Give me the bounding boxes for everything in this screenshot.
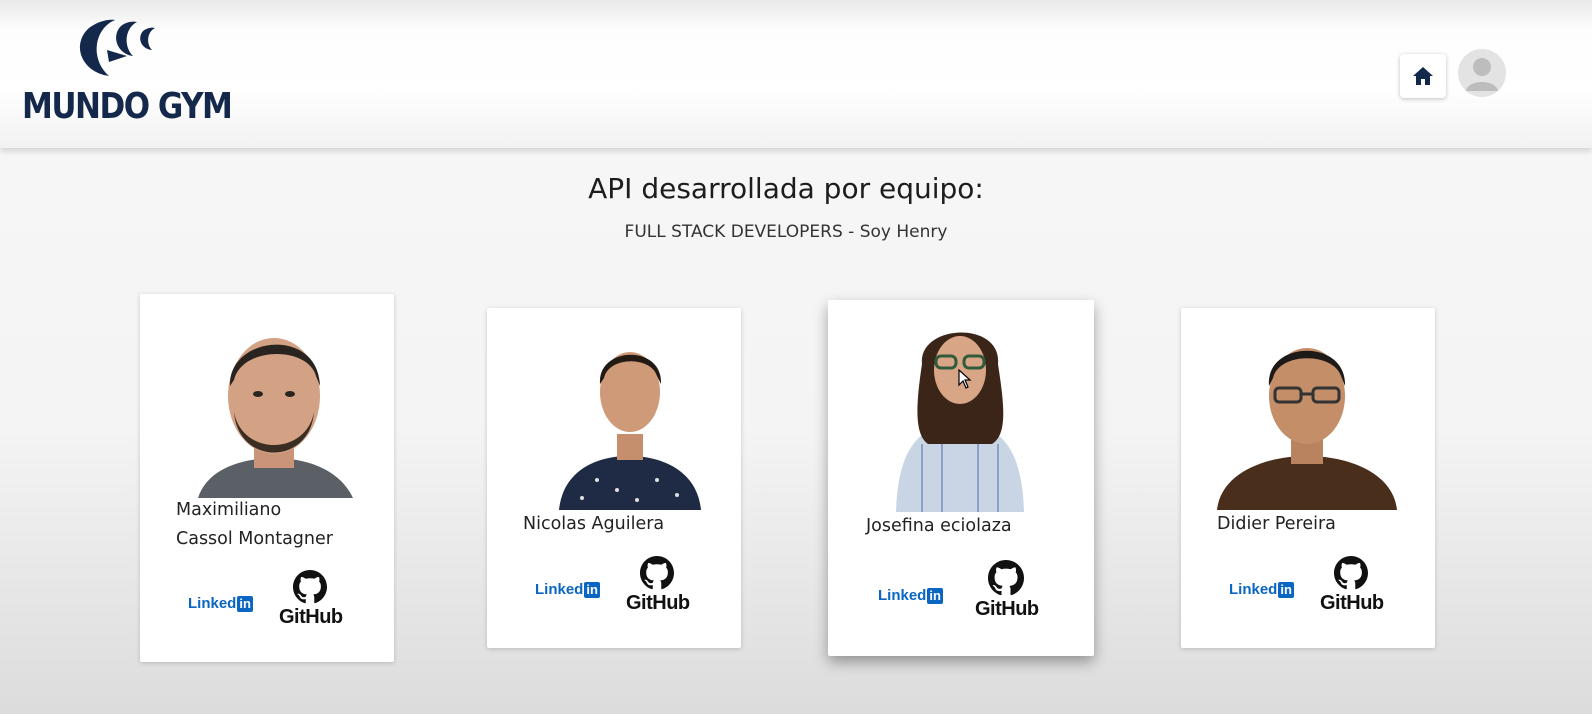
member-name: Nicolas Aguilera: [523, 510, 664, 539]
mundo-gym-logo[interactable]: MUNDO GYM: [22, 14, 233, 127]
page-title: API desarrollada por equipo:: [588, 172, 984, 205]
team-member-card: Maximiliano Cassol Montagner Linked in Gi…: [140, 294, 394, 662]
member-name: Maximiliano Cassol Montagner: [176, 496, 333, 554]
user-avatar-button[interactable]: [1458, 49, 1506, 97]
github-link[interactable]: GitHub: [975, 560, 1039, 621]
logo-text: MUNDO GYM: [22, 86, 233, 128]
member-name: Didier Pereira: [1217, 510, 1336, 539]
github-link[interactable]: GitHub: [1320, 556, 1384, 615]
home-icon: [1413, 67, 1433, 85]
mouse-pointer-icon: [958, 369, 972, 389]
member-name: Josefina eciolaza: [866, 512, 1012, 541]
top-nav-bar: MUNDO GYM: [0, 0, 1592, 148]
home-button[interactable]: [1400, 54, 1446, 98]
profile-photo: [1217, 332, 1397, 510]
linkedin-link[interactable]: Linked in: [535, 581, 600, 598]
member-name-line-1: Josefina eciolaza: [866, 516, 1012, 536]
team-member-card: Nicolas Aguilera Linked in GitHub: [487, 308, 741, 648]
profile-photo: [892, 324, 1028, 512]
member-name-line-1: Nicolas Aguilera: [523, 514, 665, 534]
team-member-card: Josefina eciolaza Linked in GitHub: [828, 300, 1094, 656]
member-name-line-2: Cassol Montagner: [176, 529, 333, 549]
github-link[interactable]: GitHub: [626, 556, 690, 615]
github-octocat-icon: [988, 560, 1024, 596]
member-name-line-1: Didier Pereira: [1217, 514, 1336, 534]
crescent-moon-logo-icon: [79, 19, 155, 76]
github-octocat-icon: [640, 556, 674, 590]
profile-photo: [557, 340, 703, 510]
team-member-card: Didier Pereira Linked in GitHub: [1181, 308, 1435, 648]
user-avatar-icon: [1458, 49, 1506, 97]
linkedin-link[interactable]: Linked in: [878, 587, 943, 604]
profile-photo: [188, 316, 358, 498]
linkedin-link[interactable]: Linked in: [1229, 581, 1294, 598]
github-link[interactable]: GitHub: [279, 570, 343, 629]
github-octocat-icon: [293, 570, 327, 604]
linkedin-link[interactable]: Linked in: [188, 595, 253, 612]
member-name-line-1: Maximiliano: [176, 500, 282, 520]
github-octocat-icon: [1334, 556, 1368, 590]
page-subtitle: FULL STACK DEVELOPERS - Soy Henry: [624, 222, 948, 242]
